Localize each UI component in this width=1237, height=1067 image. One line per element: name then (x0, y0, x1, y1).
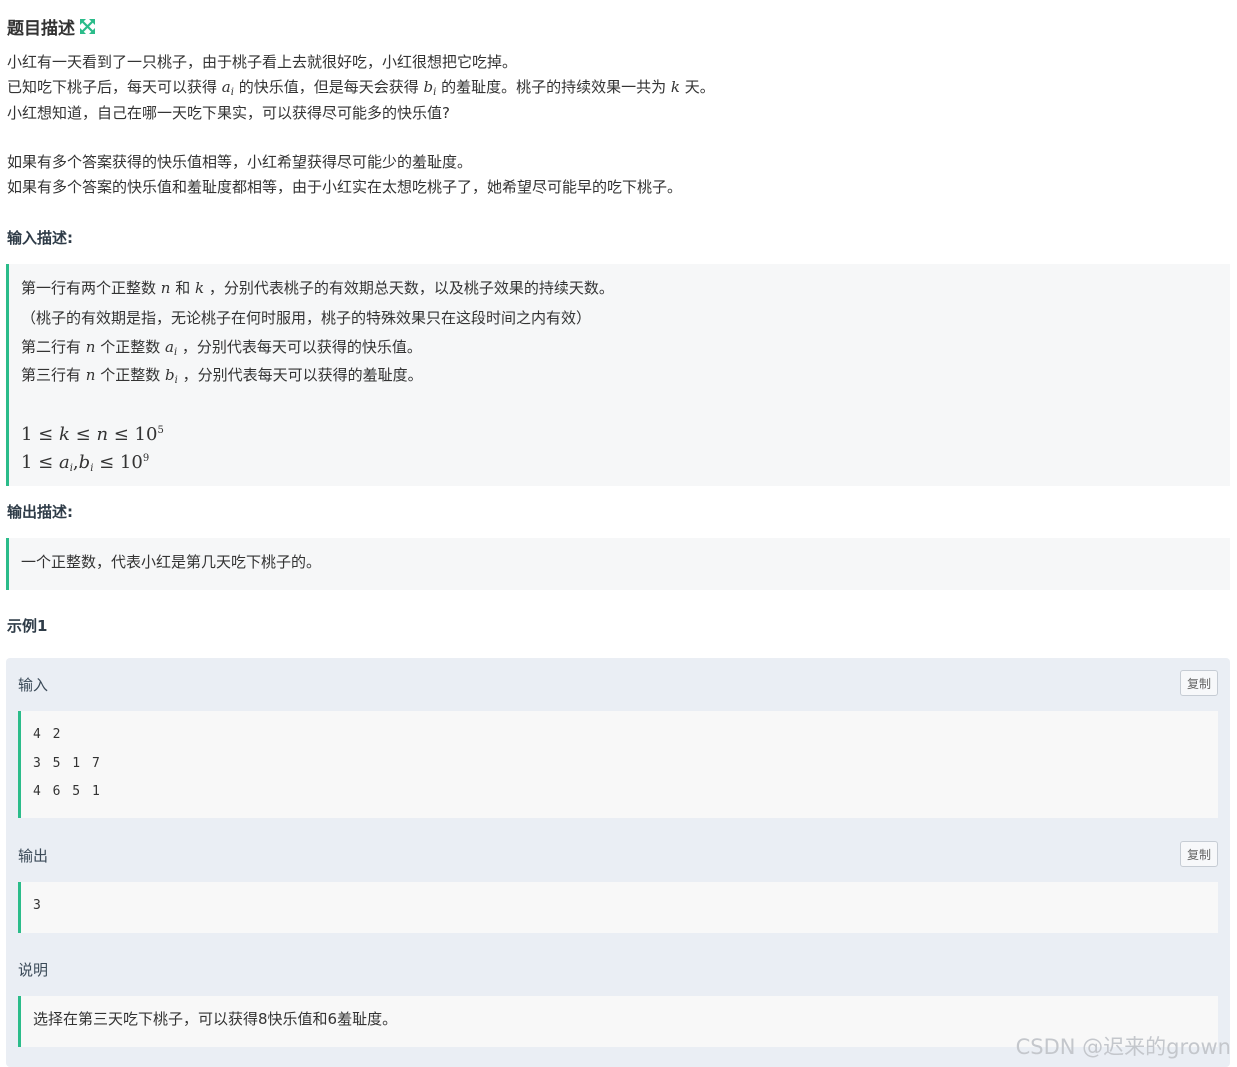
code-line: 4 2 (33, 727, 63, 742)
constraint-line: 1 ≤ ai,bi ≤ 109 (21, 445, 1230, 474)
example-heading: 示例1 (7, 617, 48, 635)
code-line: 3 5 1 7 (33, 755, 102, 771)
math-var: n (85, 366, 96, 384)
input-text: 第二行有 (21, 338, 86, 356)
constraint-text: ≤ (69, 424, 97, 445)
input-description-block: 第一行有两个正整数 n 和 k ，分别代表桃子的有效期总天数，以及桃子效果的持续… (6, 264, 1230, 486)
problem-title-row: 题目描述 (7, 14, 95, 39)
desc-text: 天。 (679, 78, 715, 97)
example-box: 输入 复制 4 2 3 5 1 7 4 6 5 1 输出 复制 3 说明 选择在… (6, 658, 1230, 1067)
output-description-heading: 输出描述: (7, 503, 73, 521)
input-text: ，分别代表每天可以获得的快乐值。 (177, 338, 422, 356)
page-title: 题目描述 (7, 18, 75, 39)
desc-text: 已知吃下桃子后，每天可以获得 (7, 78, 222, 97)
desc-text: 的快乐值，但是每天会获得 (233, 78, 424, 97)
math-var: k (58, 424, 70, 445)
constraint-line: 1 ≤ k ≤ n ≤ 105 (21, 417, 1230, 445)
math-sup: 9 (142, 453, 150, 464)
input-line: 第一行有两个正整数 n 和 k ，分别代表桃子的有效期总天数，以及桃子效果的持续… (21, 276, 1230, 304)
input-line: 第三行有 n 个正整数 bi ，分别代表每天可以获得的羞耻度。 (21, 361, 1230, 389)
input-text: 第三行有 (21, 366, 86, 384)
input-text: ，分别代表每天可以获得的羞耻度。 (177, 366, 423, 384)
math-var: n (96, 424, 109, 445)
input-text: 个正整数 (95, 338, 165, 356)
math-var: b (423, 78, 434, 97)
math-var: b (165, 366, 175, 384)
copy-input-button[interactable]: 复制 (1180, 670, 1218, 696)
code-line: 4 6 5 1 (33, 784, 102, 799)
copy-output-button[interactable]: 复制 (1180, 841, 1218, 867)
input-text: 和 (170, 279, 195, 297)
input-text: ，分别代表桃子的有效期总天数，以及桃子效果的持续天数。 (204, 279, 614, 297)
output-line: 一个正整数，代表小红是第几天吃下桃子的。 (21, 553, 322, 571)
desc-line: 小红想知道，自己在哪一天吃下果实，可以获得尽可能多的快乐值? (7, 103, 450, 122)
input-text: 第一行有两个正整数 (21, 279, 161, 297)
csdn-watermark: CSDN @迟来的grown (1015, 1035, 1231, 1059)
math-var: k (195, 279, 205, 297)
desc-line: 已知吃下桃子后，每天可以获得 ai 的快乐值，但是每天会获得 bi 的羞耻度。桃… (7, 75, 1227, 100)
constraint-text: 1 ≤ (21, 424, 59, 445)
problem-description: 小红有一天看到了一只桃子，由于桃子看上去就很好吃，小红很想把它吃掉。 已知吃下桃… (7, 50, 1227, 200)
math-var: k (670, 78, 680, 97)
constraint-text: 1 ≤ (21, 452, 59, 473)
code-line: 3 (33, 898, 43, 913)
math-var: n (160, 279, 171, 297)
math-var: a (58, 452, 70, 473)
math-var: a (165, 338, 174, 356)
desc-line: 小红有一天看到了一只桃子，由于桃子看上去就很好吃，小红很想把它吃掉。 (7, 53, 518, 71)
example-explanation-label: 说明 (18, 961, 49, 979)
math-var: n (85, 338, 96, 356)
math-var: a (221, 78, 231, 97)
expand-arrows-icon[interactable] (80, 18, 95, 34)
input-line: （桃子的有效期是指，无论桃子在何时服用，桃子的特殊效果只在这段时间之内有效） (21, 309, 592, 327)
constraint-text: ≤ 10 (108, 424, 158, 445)
example-input-label: 输入 (18, 676, 49, 694)
desc-line: 如果有多个答案获得的快乐值相等，小红希望获得尽可能少的羞耻度。 (7, 152, 473, 171)
input-description-heading: 输入描述: (7, 229, 73, 247)
math-var: b (78, 452, 91, 473)
example-output-label: 输出 (18, 847, 49, 865)
desc-text: 的羞耻度。桃子的持续效果一共为 (436, 78, 671, 97)
input-line: 第二行有 n 个正整数 ai ，分别代表每天可以获得的快乐值。 (21, 333, 1230, 361)
math-sup: 5 (157, 425, 164, 436)
example-output-code[interactable]: 3 (18, 882, 1218, 933)
input-text: 个正整数 (95, 366, 165, 384)
desc-line: 如果有多个答案的快乐值和羞耻度都相等，由于小红实在太想吃桃子了，她希望尽可能早的… (7, 178, 683, 197)
example-input-code[interactable]: 4 2 3 5 1 7 4 6 5 1 (18, 711, 1218, 818)
output-description-block: 一个正整数，代表小红是第几天吃下桃子的。 (6, 538, 1230, 590)
constraint-text: ≤ 10 (93, 452, 143, 473)
